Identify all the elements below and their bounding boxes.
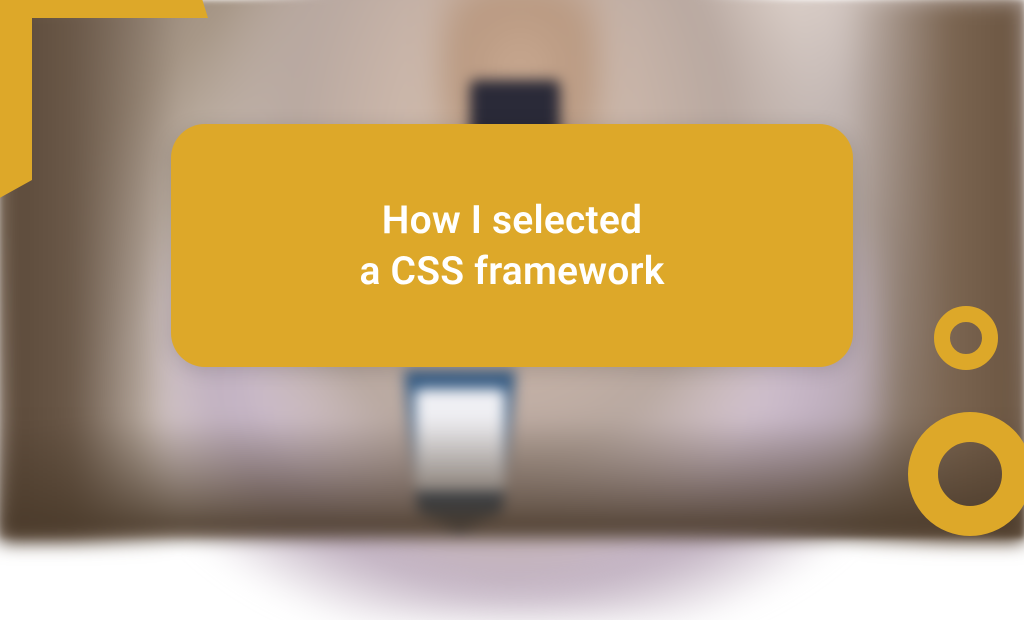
title-line-2: a CSS framework <box>360 248 665 294</box>
bg-shadow-bottom <box>0 418 1024 538</box>
circle-decoration-large-icon <box>908 412 1024 536</box>
title-line-1: How I selected <box>382 197 642 243</box>
title-text: How I selected a CSS framework <box>360 195 665 296</box>
title-card: How I selected a CSS framework <box>171 124 853 367</box>
circle-decoration-small-icon <box>934 306 998 370</box>
